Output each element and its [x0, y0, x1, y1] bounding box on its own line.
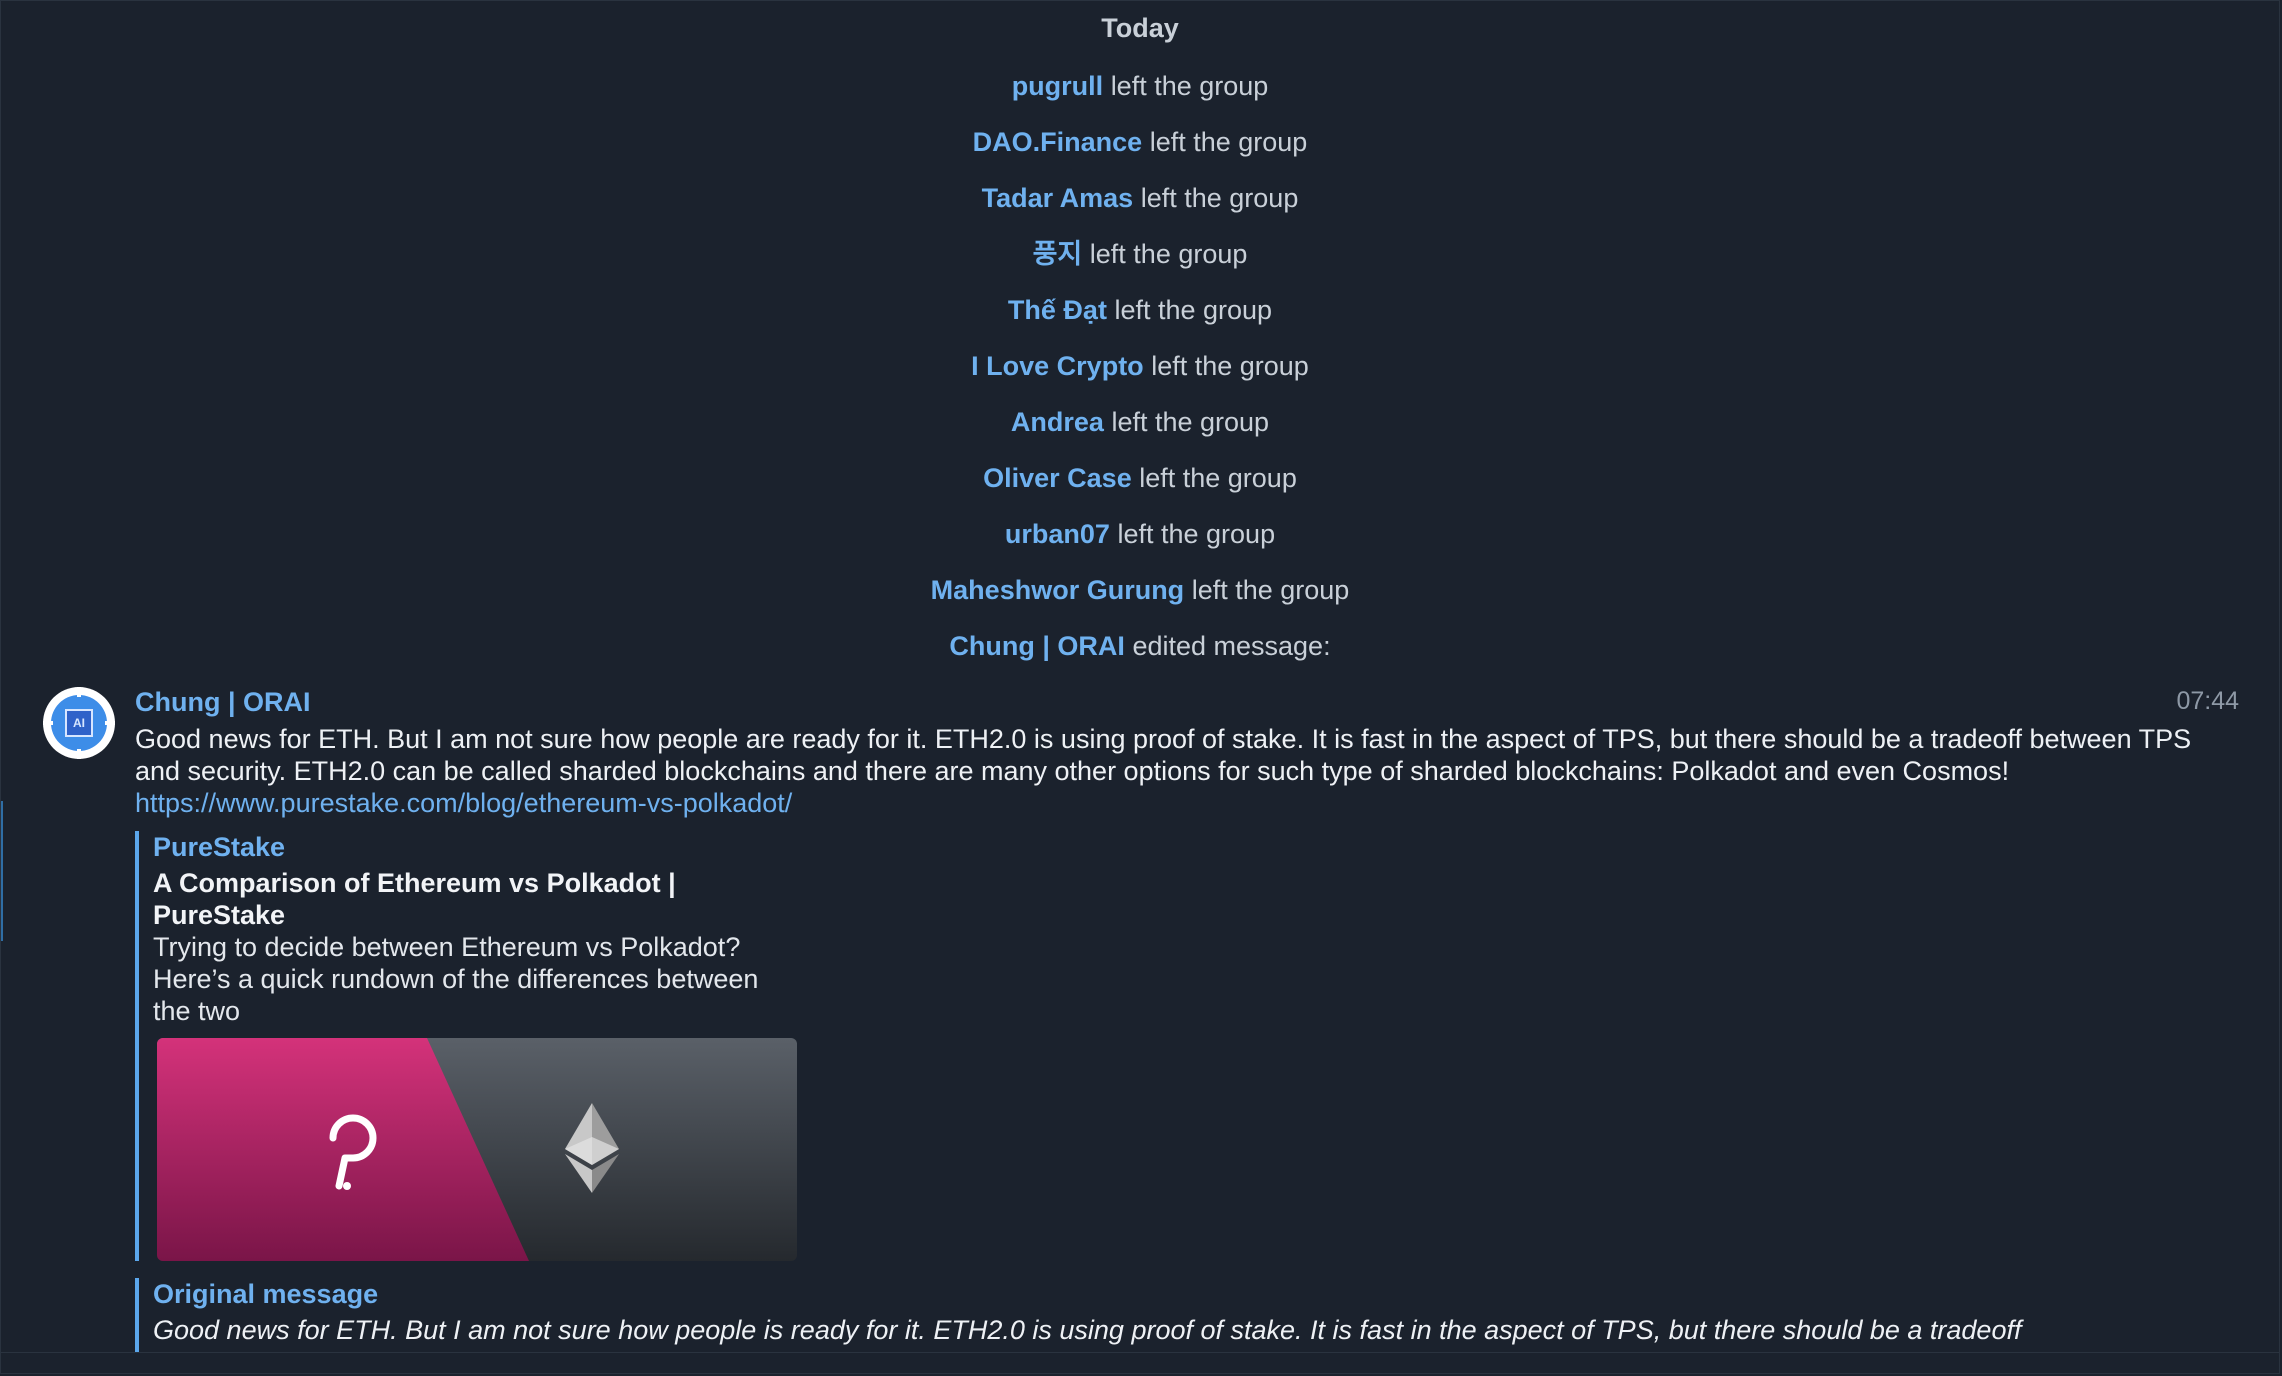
service-message-user[interactable]: 풍지: [1033, 239, 1083, 269]
service-message-user[interactable]: Thế Đạt: [1008, 295, 1107, 325]
service-message-action: left the group: [1140, 183, 1299, 213]
message-text[interactable]: Good news for ETH. But I am not sure how…: [135, 723, 2235, 819]
service-message: Chung | ORAI edited message:: [1, 629, 2279, 663]
selection-accent: [1, 801, 3, 941]
service-message: pugrull left the group: [1, 69, 2279, 103]
service-message: Andrea left the group: [1, 405, 2279, 439]
service-message-user[interactable]: Tadar Amas: [982, 183, 1134, 213]
polkadot-ethereum-banner: [157, 1038, 797, 1261]
service-message: Thế Đạt left the group: [1, 293, 2279, 327]
preview-image[interactable]: [157, 1038, 797, 1261]
avatar-notch-left: [43, 721, 53, 725]
message-sender[interactable]: Chung | ORAI: [135, 687, 311, 718]
service-message-action: left the group: [1114, 295, 1273, 325]
service-message: Oliver Case left the group: [1, 461, 2279, 495]
service-message-action: left the group: [1089, 239, 1248, 269]
service-message-action: left the group: [1110, 71, 1269, 101]
avatar-notch-top: [77, 687, 81, 697]
chat-window: Today pugrull left the group DAO.Finance …: [0, 0, 2280, 1374]
original-message-quote[interactable]: Original message Good news for ETH. But …: [135, 1278, 2273, 1358]
service-message-action: left the group: [1151, 351, 1309, 381]
service-message: 풍지 left the group: [1, 237, 2279, 271]
original-message-text: Good news for ETH. But I am not sure how…: [153, 1315, 2022, 1345]
preview-description: Trying to decide between Ethereum vs Pol…: [153, 932, 759, 1026]
service-message-user[interactable]: Oliver Case: [983, 463, 1132, 493]
avatar-notch-right: [105, 721, 115, 725]
avatar-notch-bottom: [77, 749, 81, 759]
service-message-user[interactable]: pugrull: [1012, 71, 1103, 101]
service-message-user[interactable]: Chung | ORAI: [949, 631, 1125, 661]
service-message: I Love Crypto left the group: [1, 349, 2279, 383]
preview-site-name: PureStake: [153, 832, 286, 862]
message-link[interactable]: https://www.purestake.com/blog/ethereum-…: [135, 788, 792, 818]
service-message: DAO.Finance left the group: [1, 125, 2279, 159]
message-body: Good news for ETH. But I am not sure how…: [135, 724, 2192, 786]
service-message-action: left the group: [1149, 127, 1308, 157]
service-message-action: edited message:: [1132, 631, 1331, 661]
service-message-user[interactable]: urban07: [1005, 519, 1110, 549]
preview-title: A Comparison of Ethereum vs Polkadot | P…: [153, 868, 676, 930]
service-message: urban07 left the group: [1, 517, 2279, 551]
service-message-action: left the group: [1139, 463, 1297, 493]
sender-avatar[interactable]: AI: [43, 687, 115, 759]
service-message: Tadar Amas left the group: [1, 181, 2279, 215]
link-preview[interactable]: PureStake A Comparison of Ethereum vs Po…: [135, 831, 813, 1261]
bottom-edge: [1, 1352, 2279, 1373]
service-message: Maheshwor Gurung left the group: [1, 573, 2279, 607]
service-message-action: left the group: [1111, 407, 1270, 437]
service-message-user[interactable]: Maheshwor Gurung: [931, 575, 1185, 605]
service-message-action: left the group: [1191, 575, 1350, 605]
ai-chip-icon: AI: [65, 709, 93, 737]
service-message-user[interactable]: DAO.Finance: [973, 127, 1143, 157]
date-header: Today: [1101, 13, 1179, 43]
message-time: 07:44: [2176, 687, 2239, 715]
service-message-user[interactable]: I Love Crypto: [971, 351, 1144, 381]
original-message-label: Original message: [153, 1279, 379, 1309]
service-message-action: left the group: [1117, 519, 1276, 549]
service-message-user[interactable]: Andrea: [1011, 407, 1104, 437]
